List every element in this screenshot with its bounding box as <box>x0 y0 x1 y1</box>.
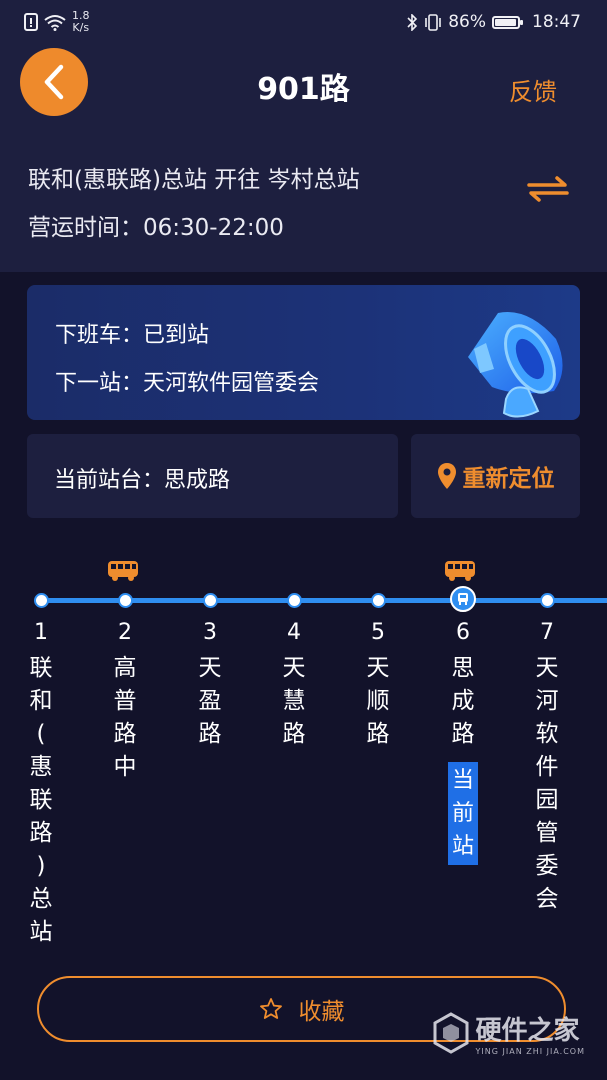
watermark-logo-icon <box>433 1012 469 1054</box>
location-pin-icon <box>437 463 456 489</box>
bus-stop-icon <box>458 593 468 605</box>
next-bus-card: 下班车：已到站 下一站：天河软件园管委会 <box>27 285 580 420</box>
star-icon <box>259 998 282 1019</box>
bus-icon <box>445 561 475 581</box>
battery-percent: 86% <box>448 12 486 32</box>
alert-icon <box>24 13 38 31</box>
stop-number: 4 <box>287 620 301 645</box>
status-right: 86% 18:47 <box>407 12 581 32</box>
current-stop-badge: 当 前 站 <box>448 762 478 865</box>
stop-name[interactable]: 联 和 ( 惠 联 路 ) 总 站 <box>21 652 61 949</box>
battery-icon <box>492 15 523 29</box>
stop-number: 5 <box>371 620 385 645</box>
watermark-text-block: 硬件之家 YING JIAN ZHI JIA.COM <box>476 1010 585 1056</box>
operating-hours: 营运时间：06:30-22:00 <box>28 215 284 241</box>
relocate-label: 重新定位 <box>462 466 555 492</box>
stop-name[interactable]: 天 盈 路 <box>190 652 230 751</box>
next-stop: 下一站：天河软件园管委会 <box>55 371 320 396</box>
route-direction: 联和(惠联路)总站 开往 岑村总站 <box>28 167 360 193</box>
stop-name[interactable]: 思 成 路 <box>443 652 483 751</box>
stop-name[interactable]: 高 普 路 中 <box>105 652 145 784</box>
clock: 18:47 <box>532 12 581 32</box>
watermark: 硬件之家 YING JIAN ZHI JIA.COM <box>432 1010 585 1056</box>
stop-name[interactable]: 天 河 软 件 园 管 委 会 <box>527 652 567 916</box>
stop-dot[interactable] <box>540 593 555 608</box>
wifi-icon <box>44 14 66 31</box>
next-bus-status: 下班车：已到站 <box>55 323 210 348</box>
watermark-text: 硬件之家 <box>475 1016 580 1046</box>
stop-name[interactable]: 天 顺 路 <box>358 652 398 751</box>
stop-number: 6 <box>456 620 470 645</box>
relocate-button[interactable]: 重新定位 <box>411 434 580 518</box>
header: 901路 反馈 联和(惠联路)总站 开往 岑村总站 营运时间：06:30-22:… <box>0 46 607 272</box>
current-station-label: 当前站台：思成路 <box>54 468 231 493</box>
battery-fill <box>495 18 516 26</box>
stop-number: 7 <box>540 620 554 645</box>
stop-number: 3 <box>203 620 217 645</box>
bluetooth-icon <box>407 13 418 31</box>
stop-dot[interactable] <box>371 593 386 608</box>
vibrate-icon <box>425 13 442 31</box>
current-stop-marker[interactable] <box>450 586 476 612</box>
status-left: 1.8 K/s <box>24 10 90 34</box>
stop-number: 2 <box>118 620 132 645</box>
swap-direction-icon[interactable] <box>527 174 569 204</box>
status-bar: 1.8 K/s 86% 18:47 <box>0 0 607 46</box>
stop-dot[interactable] <box>287 593 302 608</box>
watermark-subtext: YING JIAN ZHI JIA.COM <box>475 1047 585 1056</box>
megaphone-icon <box>468 312 563 418</box>
stop-dot[interactable] <box>118 593 133 608</box>
stop-number: 1 <box>34 620 48 645</box>
stop-dot[interactable] <box>34 593 49 608</box>
network-speed-unit: K/s <box>72 21 90 34</box>
feedback-button[interactable]: 反馈 <box>509 72 557 107</box>
stop-dot[interactable] <box>203 593 218 608</box>
stop-name[interactable]: 天 慧 路 <box>274 652 314 751</box>
network-speed: 1.8 K/s <box>72 10 90 34</box>
current-station-card: 当前站台：思成路 <box>27 434 398 518</box>
favorite-label: 收藏 <box>298 999 345 1025</box>
bus-icon <box>108 561 138 581</box>
